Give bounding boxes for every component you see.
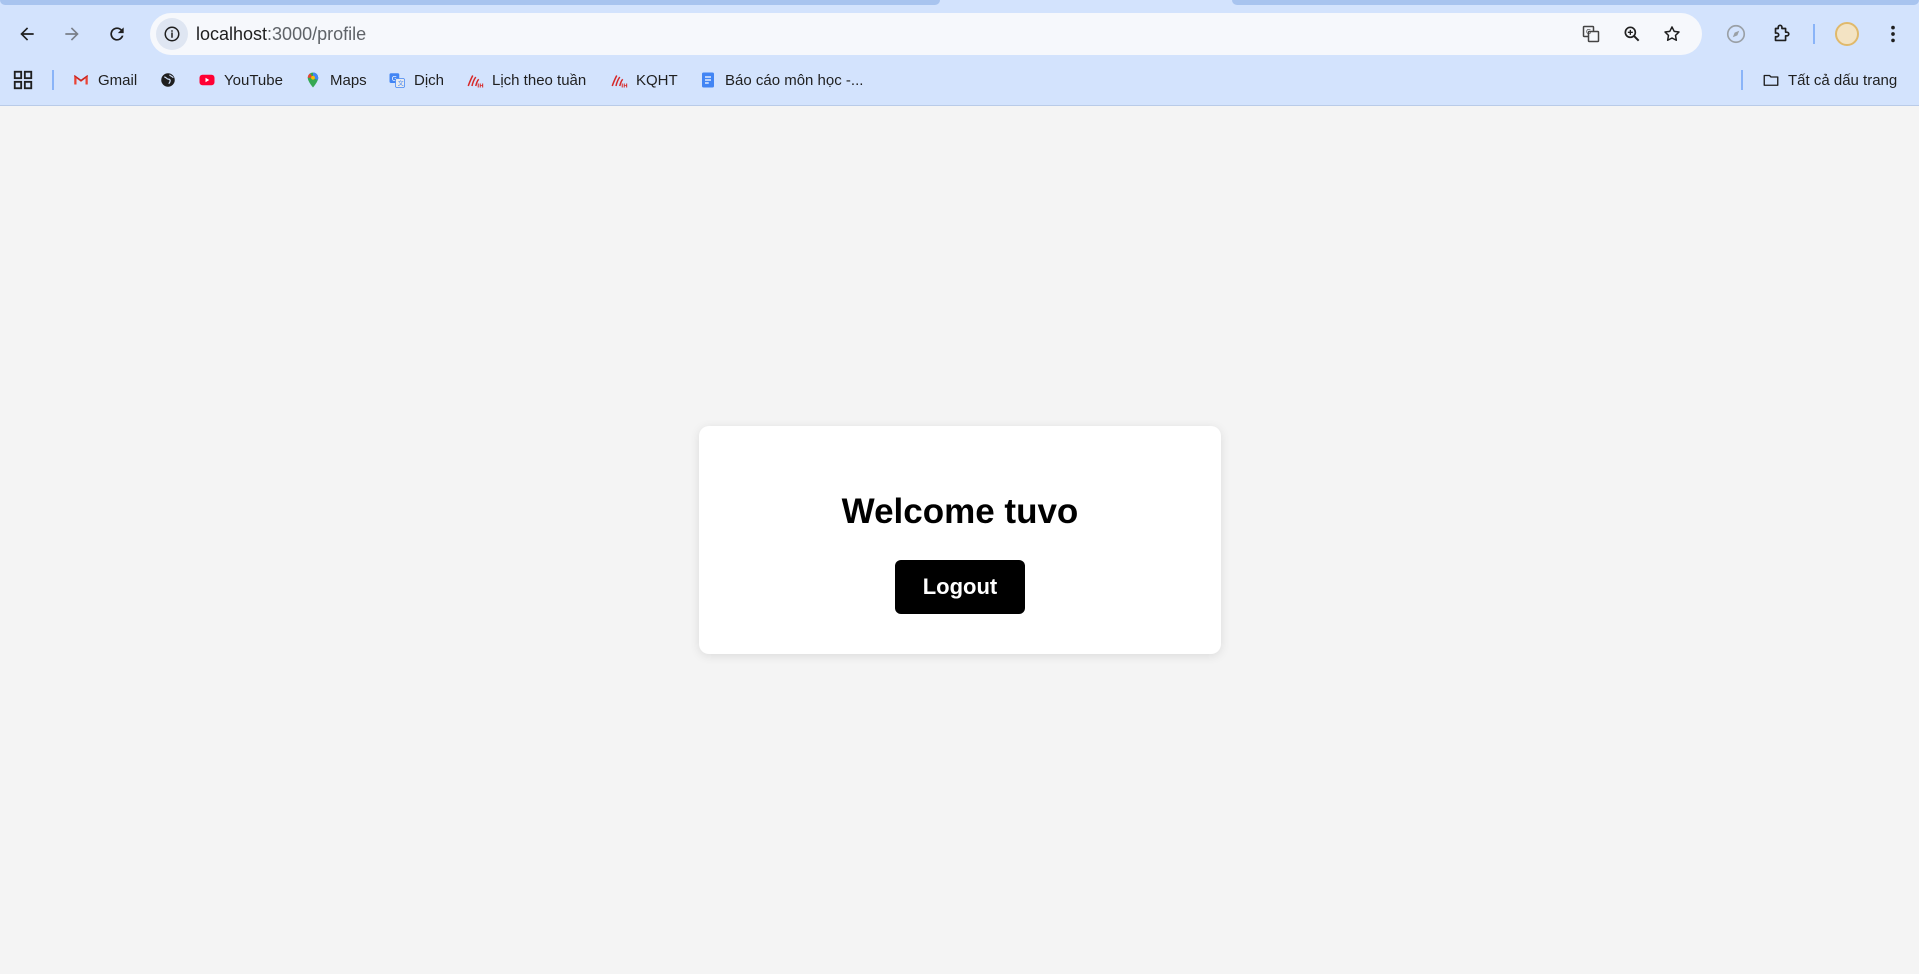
- gmail-icon: [73, 75, 89, 85]
- arrow-left-icon: [20, 27, 34, 41]
- url-path: :3000/profile: [267, 24, 367, 44]
- maps-icon: [307, 72, 319, 88]
- translate-icon: G: [1582, 25, 1600, 43]
- bookmark-lich-theo-tuan[interactable]: IH Lịch theo tuần: [466, 67, 586, 93]
- svg-text:文: 文: [398, 79, 404, 87]
- bookmark-label: Báo cáo môn học -...: [725, 71, 864, 89]
- page-viewport: Welcome tuvo Logout: [0, 107, 1919, 974]
- extensions-button[interactable]: [1766, 19, 1796, 49]
- profile-button[interactable]: [1832, 19, 1862, 49]
- welcome-card: Welcome tuvo Logout: [699, 426, 1221, 654]
- svg-text:IH: IH: [621, 84, 627, 90]
- arrow-right-icon: [65, 27, 79, 41]
- bookmark-star-button[interactable]: [1658, 20, 1686, 48]
- zoom-icon: [1624, 26, 1640, 42]
- bookmark-label: Dịch: [414, 71, 445, 89]
- apps-grid-icon[interactable]: [12, 69, 34, 91]
- school-logo-icon: IH: [611, 75, 628, 90]
- svg-text:G: G: [1586, 28, 1591, 36]
- bookmark-label: Lịch theo tuần: [492, 71, 587, 89]
- svg-text:IH: IH: [477, 84, 483, 90]
- puzzle-icon: [1774, 24, 1790, 42]
- bookmark-label: Gmail: [98, 71, 138, 89]
- compass-icon: [1726, 24, 1746, 44]
- bookmark-label: YouTube: [224, 71, 283, 89]
- browser-chrome: localhost:3000/profile G Gmail YouTube M…: [0, 0, 1919, 106]
- info-icon: [164, 26, 180, 42]
- browser-toolbar: localhost:3000/profile G: [0, 12, 1919, 56]
- forward-button[interactable]: [54, 16, 90, 52]
- browser-menu-button[interactable]: [1878, 19, 1908, 49]
- bookmarks-divider: [52, 70, 54, 90]
- youtube-icon: [199, 74, 215, 86]
- site-info-button[interactable]: [156, 18, 188, 50]
- zoom-button[interactable]: [1618, 20, 1646, 48]
- bookmark-label: Maps: [330, 71, 367, 89]
- url-text[interactable]: localhost:3000/profile: [196, 24, 366, 45]
- bookmarks-divider: [1741, 70, 1743, 90]
- avatar: [1835, 22, 1859, 46]
- reload-button[interactable]: [99, 16, 135, 52]
- translate-icon: G文: [389, 73, 405, 88]
- welcome-title: Welcome tuvo: [841, 492, 1079, 531]
- school-logo-icon: IH: [467, 75, 484, 90]
- bookmark-translate[interactable]: G文 Dịch: [388, 67, 444, 93]
- logout-button[interactable]: Logout: [895, 560, 1025, 614]
- folder-icon: [1763, 74, 1779, 86]
- globe-icon: [161, 73, 175, 87]
- bookmark-kqht[interactable]: IH KQHT: [610, 67, 678, 93]
- more-vert-icon: [1891, 25, 1895, 43]
- bookmark-bao-cao-mon-hoc[interactable]: Báo cáo môn học -...: [699, 67, 863, 93]
- toolbar-divider: [1813, 24, 1815, 44]
- back-button[interactable]: [9, 16, 45, 52]
- star-icon: [1664, 26, 1680, 41]
- translate-page-button[interactable]: G: [1577, 20, 1605, 48]
- docs-icon: [702, 72, 714, 88]
- bookmark-youtube[interactable]: YouTube: [198, 67, 283, 93]
- performance-button[interactable]: [1721, 19, 1751, 49]
- url-host: localhost: [196, 24, 268, 44]
- bookmark-gmail[interactable]: Gmail: [72, 67, 137, 93]
- bookmarks-bar: Gmail YouTube Maps G文 Dịch IH Lịch theo …: [0, 64, 1919, 96]
- all-bookmarks-label: Tất cả dấu trang: [1788, 71, 1898, 89]
- address-bar[interactable]: localhost:3000/profile G: [150, 13, 1702, 55]
- bookmark-maps[interactable]: Maps: [304, 67, 367, 93]
- tab-strip-edge: [1232, 0, 1919, 5]
- all-bookmarks-button[interactable]: Tất cả dấu trang: [1762, 67, 1897, 93]
- reload-icon: [110, 27, 124, 41]
- tab-strip-edge: [0, 0, 940, 5]
- bookmark-label: KQHT: [636, 71, 678, 89]
- bookmark-globe[interactable]: [159, 67, 177, 93]
